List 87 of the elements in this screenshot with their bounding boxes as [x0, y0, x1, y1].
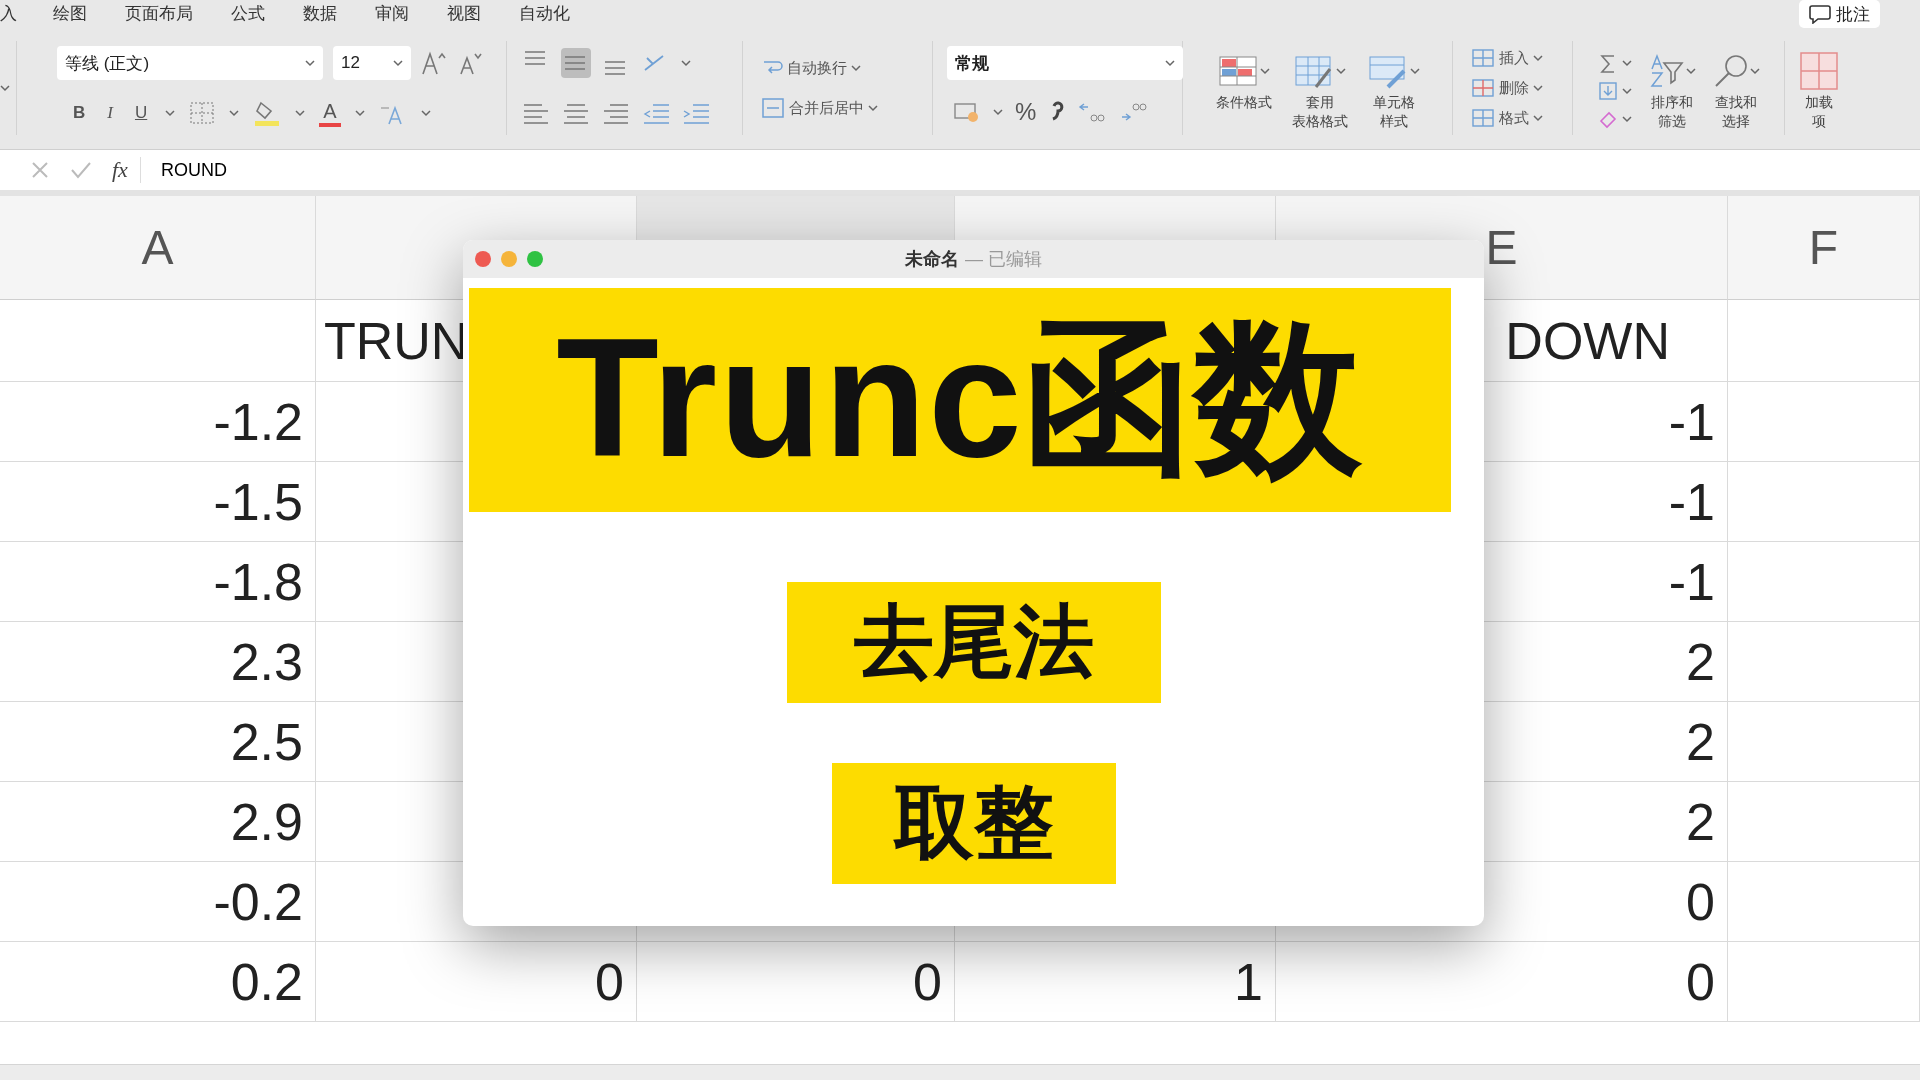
- add-ins-button[interactable]: 加载 项: [1799, 51, 1839, 130]
- increase-font-size-icon[interactable]: [421, 50, 447, 76]
- caret-icon[interactable]: [868, 104, 878, 112]
- table-cell: 0: [637, 942, 955, 1022]
- caret-icon[interactable]: [1165, 59, 1175, 67]
- caret-icon[interactable]: [165, 109, 176, 117]
- table-brush-icon: [1293, 53, 1334, 89]
- caret-icon[interactable]: [229, 109, 240, 117]
- find-select-button[interactable]: 查找和 选择: [1711, 51, 1760, 130]
- caret-icon[interactable]: [1533, 114, 1543, 122]
- conditional-format-icon: [1217, 53, 1258, 89]
- column-header[interactable]: A: [0, 196, 316, 300]
- caret-icon[interactable]: [1749, 67, 1760, 75]
- close-button[interactable]: [475, 251, 491, 267]
- delete-button[interactable]: 删除: [1467, 75, 1558, 101]
- sort-filter-button[interactable]: 排序和 筛选: [1647, 51, 1696, 130]
- insert-cells-icon: [1471, 47, 1495, 69]
- table-cell: -1.8: [0, 542, 316, 622]
- font-size-dropdown[interactable]: 12: [333, 46, 411, 80]
- label-tag: 去尾法: [786, 582, 1161, 703]
- comment-button[interactable]: 批注: [1799, 0, 1880, 28]
- window-title: 未命名: [905, 248, 959, 271]
- cell-style-brush-icon: [1367, 53, 1408, 89]
- insert-function-button[interactable]: fx: [112, 157, 141, 183]
- caret-icon[interactable]: [1335, 67, 1346, 75]
- wrap-text-button[interactable]: 自动换行: [757, 55, 918, 81]
- font-color-button[interactable]: A: [319, 99, 341, 127]
- table-cell: -1.5: [0, 462, 316, 542]
- table-cell: 1: [955, 942, 1276, 1022]
- table-cell: 0: [1276, 942, 1728, 1022]
- format-cells-icon: [1471, 107, 1495, 129]
- menu-tab[interactable]: 页面布局: [125, 2, 193, 25]
- number-format-dropdown[interactable]: 常规: [947, 46, 1183, 80]
- caret-icon[interactable]: [295, 109, 306, 117]
- insert-button[interactable]: 插入: [1467, 45, 1558, 71]
- caret-icon[interactable]: [1685, 67, 1696, 75]
- caret-icon[interactable]: [420, 109, 431, 117]
- caret-icon[interactable]: [681, 59, 691, 67]
- caret-icon[interactable]: [1409, 67, 1420, 75]
- conditional-format-button[interactable]: 条件格式: [1215, 51, 1272, 111]
- cell-styles-button[interactable]: 单元格 样式: [1367, 51, 1420, 130]
- bold-button[interactable]: B: [69, 101, 90, 125]
- eraser-icon[interactable]: [1597, 109, 1618, 129]
- delete-cells-icon: [1471, 77, 1495, 99]
- caret-icon[interactable]: [393, 59, 403, 67]
- caret-icon[interactable]: [1533, 84, 1543, 92]
- menu-tab[interactable]: 审阅: [375, 2, 409, 25]
- label-tag: 取整: [831, 763, 1116, 884]
- caret-icon[interactable]: [305, 59, 315, 67]
- italic-button[interactable]: I: [103, 101, 117, 125]
- table-cell: 2.3: [0, 622, 316, 702]
- caret-icon[interactable]: [851, 64, 861, 72]
- menu-tab[interactable]: 数据: [303, 2, 337, 25]
- menu-tab[interactable]: 自动化: [519, 2, 570, 25]
- column-header[interactable]: F: [1728, 196, 1920, 300]
- fill-color-icon[interactable]: [253, 99, 282, 127]
- underline-button[interactable]: U: [130, 101, 152, 125]
- table-cell: 0: [316, 942, 637, 1022]
- table-cell: -1.2: [0, 382, 316, 462]
- caret-icon[interactable]: [1621, 87, 1632, 95]
- add-ins-grid-icon: [1799, 51, 1839, 91]
- menu-tab[interactable]: 绘图: [53, 2, 87, 25]
- menu-tab[interactable]: 入: [0, 2, 17, 25]
- caret-icon[interactable]: [354, 109, 365, 117]
- title-banner: Trunc函数: [469, 288, 1451, 512]
- percent-button[interactable]: %: [1015, 98, 1037, 126]
- caret-icon[interactable]: [0, 84, 10, 92]
- caret-icon[interactable]: [1259, 67, 1270, 75]
- caret-icon[interactable]: [1621, 115, 1632, 123]
- caret-icon[interactable]: [1621, 59, 1632, 67]
- enter-check-icon[interactable]: [70, 160, 92, 180]
- caret-icon[interactable]: [1533, 54, 1543, 62]
- format-button[interactable]: 格式: [1467, 105, 1558, 131]
- table-cell: 0.2: [0, 942, 316, 1022]
- format-as-table-button[interactable]: 套用 表格格式: [1291, 51, 1348, 130]
- table-cell: -0.2: [0, 862, 316, 942]
- speech-bubble-icon: [1809, 4, 1831, 24]
- menu-tab[interactable]: 公式: [231, 2, 265, 25]
- caret-icon[interactable]: [993, 108, 1003, 116]
- edited-status: — 已编辑: [965, 248, 1042, 271]
- table-cell: 2.9: [0, 782, 316, 862]
- font-name-dropdown[interactable]: 等线 (正文): [57, 46, 323, 80]
- formula-text: ROUND: [160, 159, 227, 181]
- merge-cells-icon: [761, 97, 785, 119]
- table-cell: 2.5: [0, 702, 316, 782]
- menu-tab[interactable]: 视图: [447, 2, 481, 25]
- merge-center-button[interactable]: 合并后居中: [757, 95, 918, 121]
